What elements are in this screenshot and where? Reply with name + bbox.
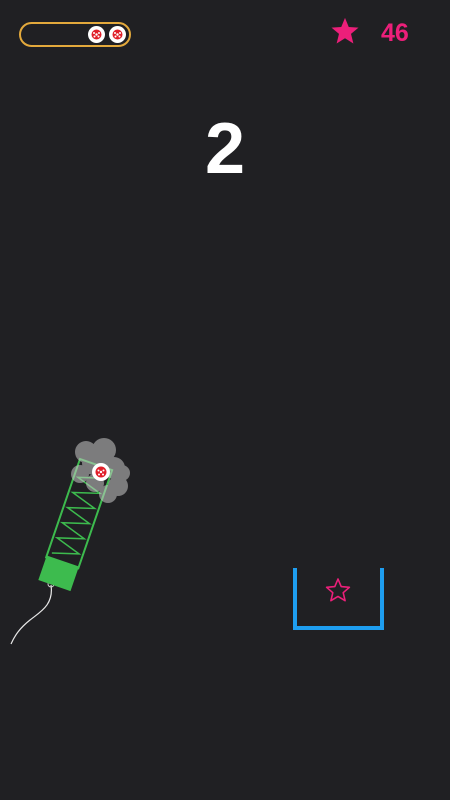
launcher-string <box>10 584 52 645</box>
launcher-base <box>38 555 79 592</box>
game-scene[interactable] <box>0 0 450 800</box>
goal-cup <box>293 568 384 630</box>
star-outline-icon <box>325 578 351 602</box>
launcher-ball <box>92 463 110 481</box>
